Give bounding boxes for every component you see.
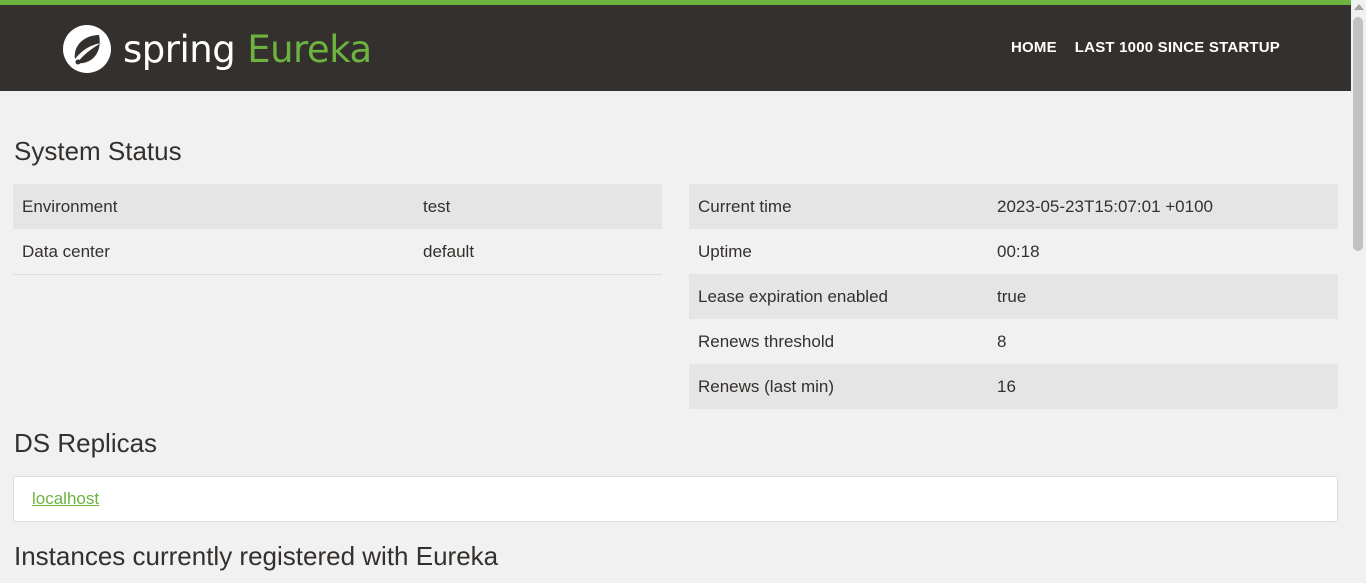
- nav-home-link[interactable]: HOME: [1011, 39, 1057, 56]
- status-label: Data center: [13, 229, 414, 275]
- replica-link-localhost[interactable]: localhost: [32, 489, 99, 509]
- nav-last-1000-link[interactable]: LAST 1000 SINCE STARTUP: [1075, 39, 1280, 56]
- status-value: true: [988, 274, 1338, 319]
- table-row: Uptime 00:18: [689, 229, 1338, 274]
- table-row: Renews (last min) 16: [689, 364, 1338, 409]
- status-label: Renews threshold: [698, 331, 835, 351]
- status-label: Renews (last min): [689, 364, 988, 409]
- status-value: 8: [997, 331, 1007, 351]
- vertical-scrollbar[interactable]: [1351, 0, 1366, 583]
- ds-replicas-list: localhost: [13, 476, 1338, 522]
- page: spring Eureka HOME LAST 1000 SINCE START…: [0, 0, 1351, 583]
- table-row: Environment test: [13, 184, 662, 229]
- spring-leaf-icon: [61, 23, 113, 75]
- ds-replicas-heading: DS Replicas: [14, 428, 158, 458]
- status-value: test: [414, 184, 662, 229]
- table-row: Renews threshold 8: [689, 319, 1338, 364]
- logo-text-eureka: Eureka: [247, 27, 372, 71]
- table-row: Current time 2023-05-23T15:07:01 +0100: [689, 184, 1338, 229]
- status-value: 16: [988, 364, 1338, 409]
- system-status-table-right: Current time 2023-05-23T15:07:01 +0100 U…: [689, 184, 1338, 409]
- table-row: Lease expiration enabled true: [689, 274, 1338, 319]
- nav-links: HOME LAST 1000 SINCE STARTUP: [1011, 39, 1280, 56]
- system-status-table-left: Environment test Data center default: [13, 184, 662, 275]
- navbar: spring Eureka HOME LAST 1000 SINCE START…: [0, 5, 1351, 91]
- logo-text-spring: spring: [123, 27, 236, 71]
- scrollbar-thumb[interactable]: [1353, 17, 1363, 251]
- table-row: Data center default: [13, 229, 662, 275]
- spring-eureka-logo[interactable]: spring Eureka: [61, 23, 372, 75]
- status-label: Uptime: [698, 241, 752, 261]
- instances-heading: Instances currently registered with Eure…: [14, 541, 499, 571]
- status-value: 2023-05-23T15:07:01 +0100: [988, 184, 1338, 229]
- scroll-up-arrow-icon[interactable]: [1354, 4, 1364, 10]
- status-label: Lease expiration enabled: [689, 274, 988, 319]
- status-label: Environment: [13, 184, 414, 229]
- system-status-heading: System Status: [14, 136, 182, 166]
- status-value: default: [414, 229, 662, 275]
- status-value: 00:18: [997, 241, 1040, 261]
- status-label: Current time: [689, 184, 988, 229]
